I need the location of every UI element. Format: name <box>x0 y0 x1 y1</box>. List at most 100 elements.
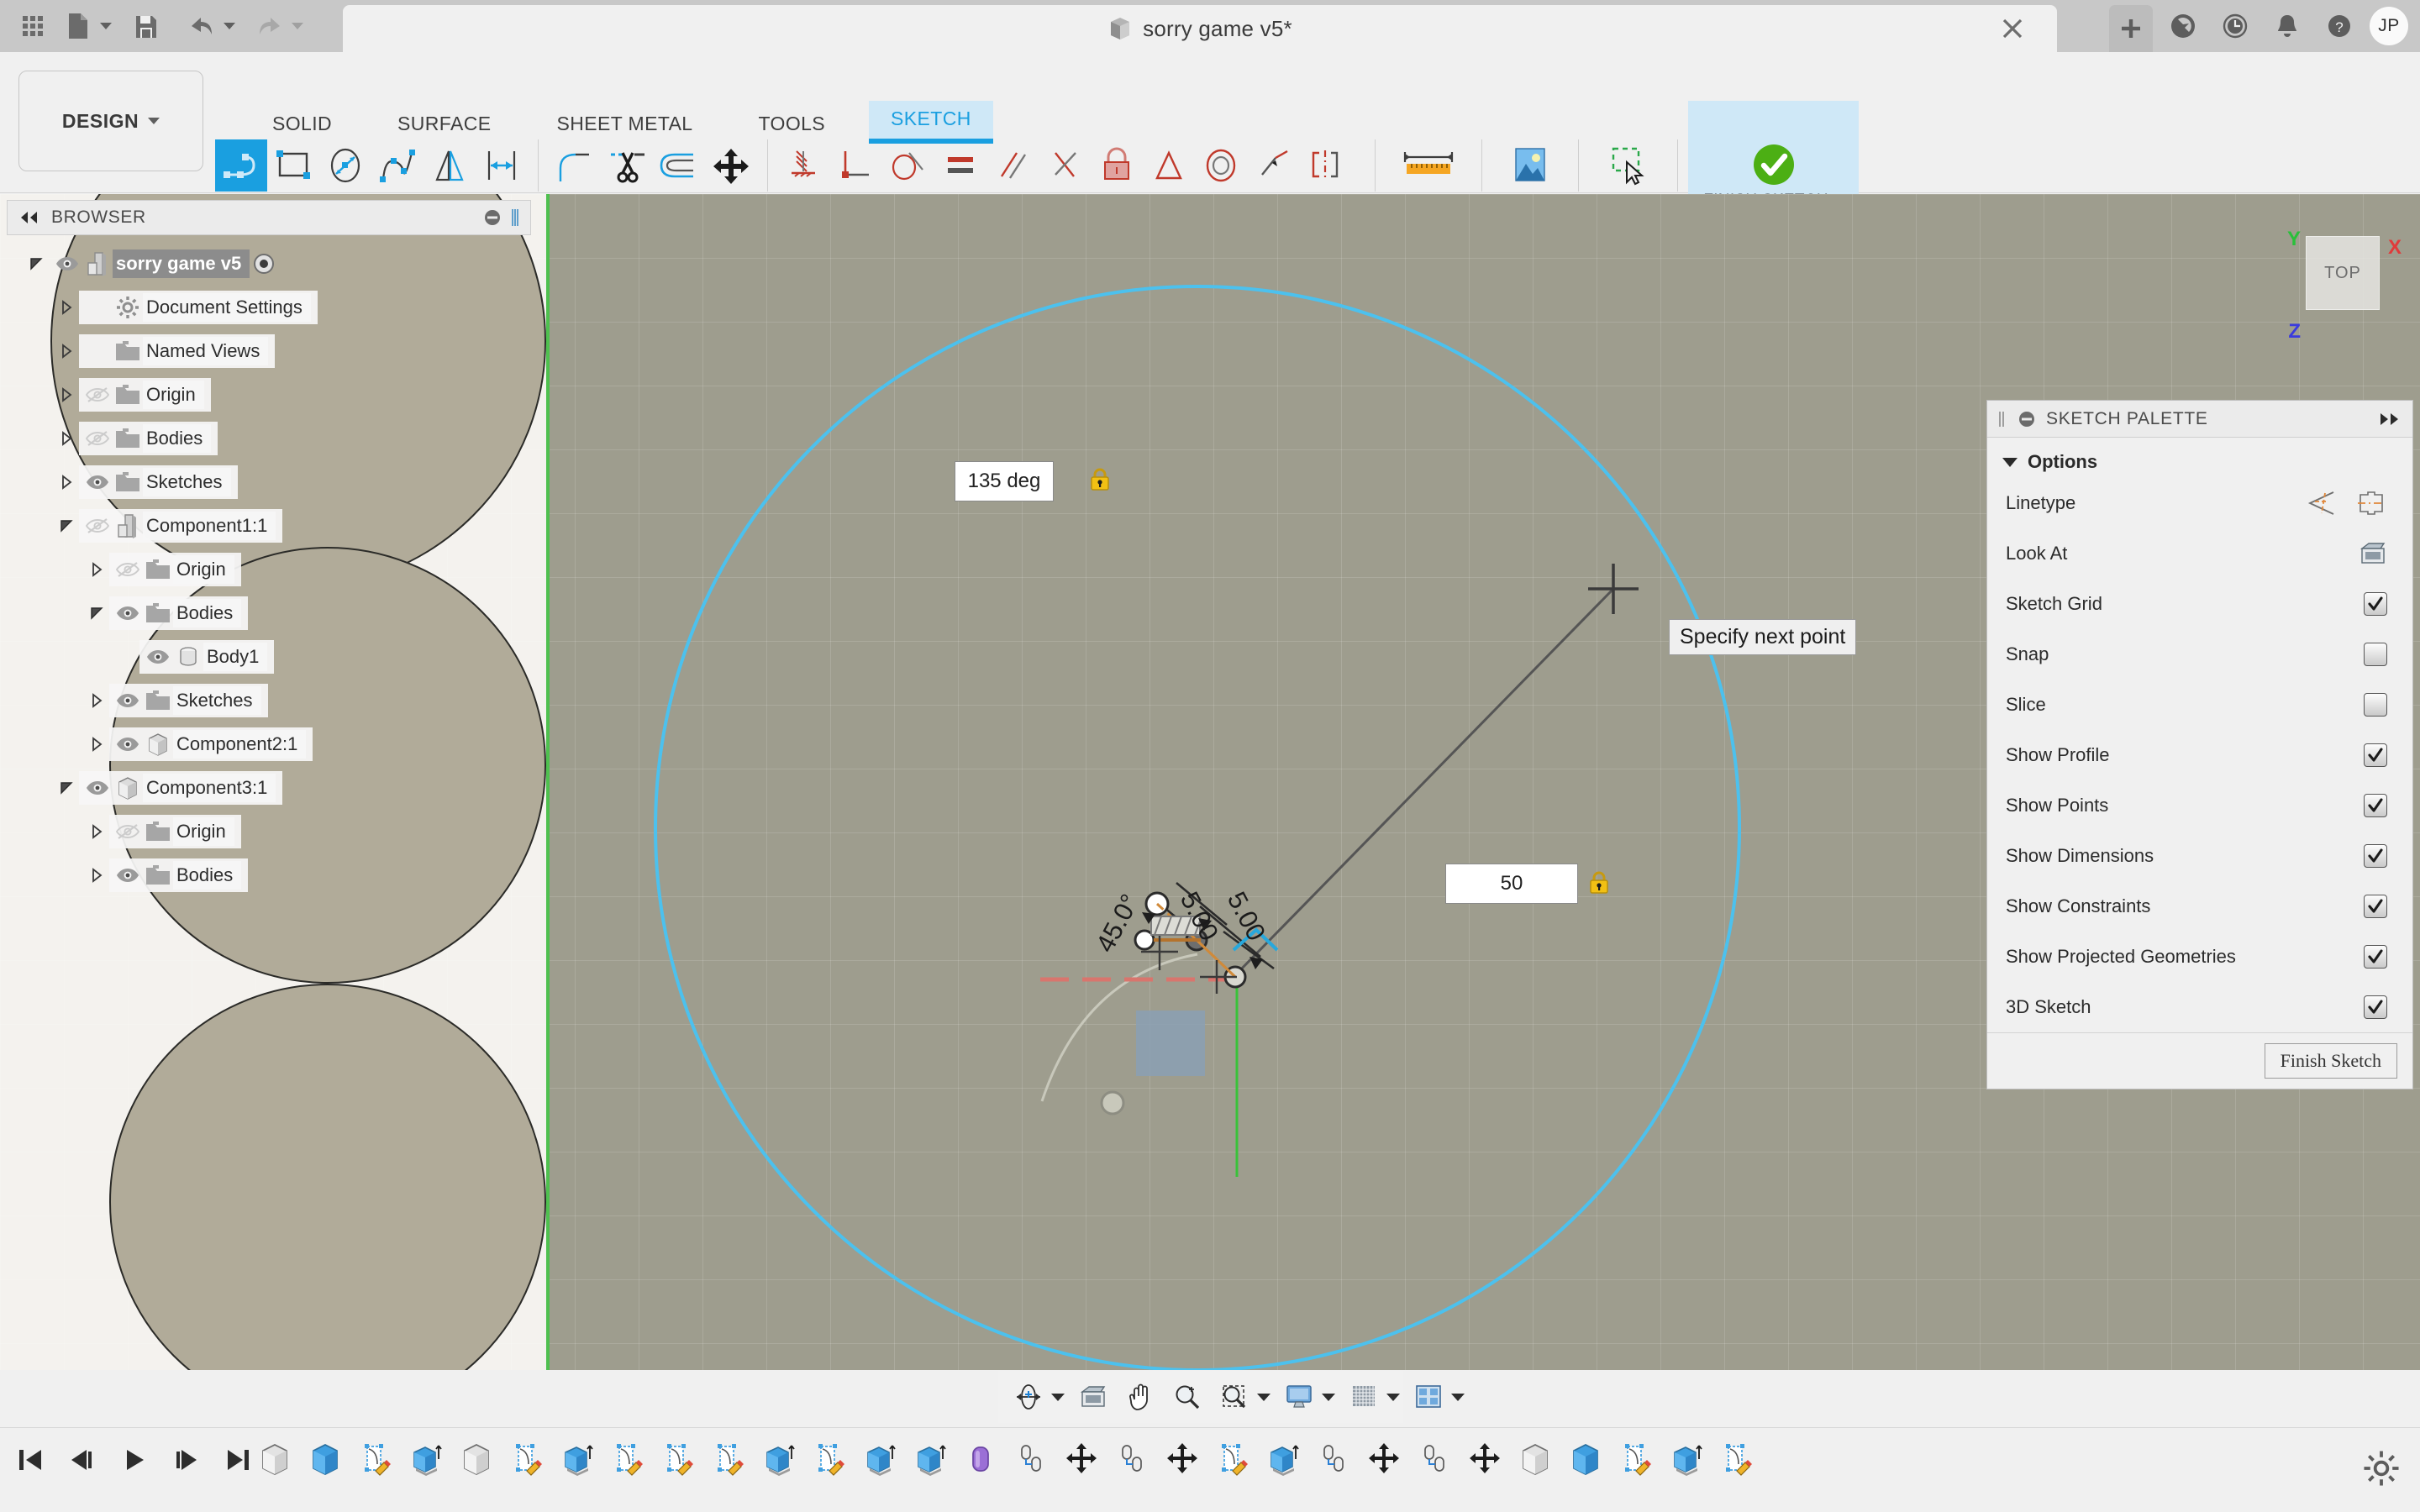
extrude-feature[interactable] <box>908 1436 953 1482</box>
angle-dimension-input[interactable]: 135 deg <box>955 461 1054 501</box>
joint-feature[interactable] <box>1311 1436 1356 1482</box>
eye-visible-icon[interactable] <box>113 867 143 884</box>
sketch-palette-row-control[interactable] <box>2364 895 2387 918</box>
browser-tree-item[interactable]: Bodies <box>109 596 249 630</box>
new-tab-icon[interactable] <box>2109 5 2153 52</box>
checkbox[interactable] <box>2364 743 2387 767</box>
browser-tree-item[interactable]: Component2:1 <box>109 727 313 761</box>
file-icon[interactable] <box>57 7 99 45</box>
browser-tree-item[interactable]: Sketches <box>79 465 238 499</box>
tree-expander[interactable] <box>54 518 79 533</box>
sketch-palette-row-control[interactable] <box>2364 995 2387 1019</box>
finish-sketch-tool[interactable] <box>1748 141 1800 190</box>
construction-linetype-icon[interactable] <box>2305 490 2338 517</box>
display-settings-button[interactable] <box>1276 1378 1340 1415</box>
browser-tree-item[interactable]: sorry game v5 <box>49 247 285 281</box>
extrude-feature[interactable] <box>302 1436 348 1482</box>
redo-button[interactable] <box>249 7 303 45</box>
tree-expander[interactable] <box>54 780 79 795</box>
checkbox[interactable] <box>2364 794 2387 817</box>
grid-settings-icon[interactable] <box>1345 1378 1382 1415</box>
eye-visible-icon[interactable] <box>143 648 173 665</box>
chevron-down-icon[interactable] <box>1257 1393 1270 1401</box>
fix-unfix-constraint[interactable] <box>1091 139 1143 192</box>
extrude-feature[interactable] <box>403 1436 449 1482</box>
offset-curve-tool[interactable] <box>653 139 705 192</box>
tree-expander[interactable] <box>84 606 109 621</box>
view-cube[interactable]: TOP <box>2306 236 2380 310</box>
insert-image-tool[interactable] <box>1495 139 1565 192</box>
file-menu-button[interactable] <box>57 7 112 45</box>
extrude-feature[interactable] <box>555 1436 600 1482</box>
eye-visible-icon[interactable] <box>113 605 143 622</box>
sketch-feature[interactable] <box>605 1436 650 1482</box>
browser-tree-item[interactable]: Origin <box>109 815 241 848</box>
chevron-down-icon[interactable] <box>1451 1393 1465 1401</box>
eye-visible-icon[interactable] <box>82 780 113 796</box>
joint-feature[interactable] <box>1412 1436 1457 1482</box>
browser-tree-row[interactable]: Sketches <box>7 679 544 722</box>
grid-settings-button[interactable] <box>1340 1378 1405 1415</box>
parallel-constraint[interactable] <box>986 139 1039 192</box>
eye-hidden-icon[interactable] <box>113 561 143 578</box>
browser-tree-item[interactable]: Document Settings <box>79 291 318 324</box>
grip-icon[interactable] <box>1997 410 2007 428</box>
browser-tree-row[interactable]: Component2:1 <box>7 722 544 766</box>
browser-tree-item[interactable]: Bodies <box>79 422 218 455</box>
sketch-palette-options-section[interactable]: Options <box>1987 438 2412 478</box>
activate-component-radio[interactable] <box>250 253 278 275</box>
sketch-palette-row-control[interactable] <box>2305 490 2387 517</box>
app-grid-icon[interactable] <box>12 7 54 45</box>
eye-hidden-icon[interactable] <box>82 517 113 534</box>
browser-tree-row[interactable]: Sketches <box>7 460 544 504</box>
tab-sketch[interactable]: SKETCH <box>869 101 993 144</box>
move-feature[interactable] <box>1160 1436 1205 1482</box>
chevron-down-icon[interactable] <box>1386 1393 1400 1401</box>
document-tab[interactable]: sorry game v5* <box>343 5 2057 52</box>
browser-tree-item[interactable]: Origin <box>109 553 241 586</box>
recent-icon[interactable] <box>2213 5 2257 47</box>
sketch-feature[interactable] <box>1613 1436 1659 1482</box>
expand-panel-icon[interactable] <box>2379 412 2402 426</box>
browser-tree-row[interactable]: Origin <box>7 548 544 591</box>
undo-icon[interactable] <box>181 7 223 45</box>
browser-tree-item[interactable]: Named Views <box>79 334 276 368</box>
sketch-palette-row-control[interactable] <box>2364 693 2387 717</box>
zoom-window-button[interactable] <box>1211 1378 1276 1415</box>
browser-tree-row[interactable]: Document Settings <box>7 286 544 329</box>
symmetry-constraint[interactable] <box>1299 139 1351 192</box>
tab-sheet-metal[interactable]: SHEET METAL <box>534 106 714 144</box>
trim-tool[interactable] <box>601 139 653 192</box>
orbit-button[interactable] <box>1005 1378 1070 1415</box>
lock-icon[interactable] <box>1588 870 1610 895</box>
close-icon[interactable] <box>2000 16 2025 41</box>
grip-icon[interactable] <box>510 207 520 228</box>
measure-tool[interactable] <box>1388 139 1469 192</box>
horizontal-vertical-constraint[interactable] <box>1143 139 1195 192</box>
extrude-feature[interactable] <box>1563 1436 1608 1482</box>
pan-icon[interactable] <box>1122 1378 1159 1415</box>
lock-icon[interactable] <box>1089 467 1111 492</box>
browser-tree-item[interactable]: Origin <box>79 378 211 412</box>
tree-expander[interactable] <box>54 387 79 402</box>
minimize-icon[interactable] <box>2018 410 2036 428</box>
line-tool[interactable] <box>215 139 267 192</box>
eye-visible-icon[interactable] <box>113 736 143 753</box>
look-at-icon[interactable] <box>1075 1378 1112 1415</box>
mirror-tool[interactable] <box>424 139 476 192</box>
finish-sketch-button[interactable]: FINISH SKETCH <box>1688 101 1859 209</box>
play-button[interactable] <box>116 1441 153 1478</box>
move-feature[interactable] <box>1059 1436 1104 1482</box>
tab-tools[interactable]: TOOLS <box>737 106 848 144</box>
step-back-button[interactable] <box>64 1441 101 1478</box>
chevron-down-icon[interactable] <box>148 118 160 124</box>
sketch-feature[interactable] <box>504 1436 550 1482</box>
checkbox[interactable] <box>2364 995 2387 1019</box>
sketch-feature[interactable] <box>1210 1436 1255 1482</box>
eye-visible-icon[interactable] <box>52 255 82 272</box>
tree-expander[interactable] <box>84 737 109 752</box>
tangent-constraint[interactable] <box>882 139 934 192</box>
redo-icon[interactable] <box>249 7 291 45</box>
orbit-icon[interactable] <box>1010 1378 1047 1415</box>
chevron-down-icon[interactable] <box>1051 1393 1065 1401</box>
